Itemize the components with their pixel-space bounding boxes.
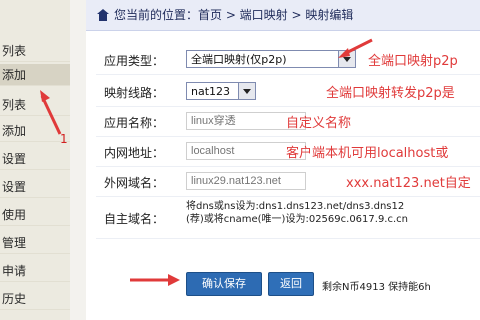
row-mapping-line: 映射线路： nat123 全端口映射转发p2p是 [96, 76, 480, 107]
app-type-value: 全端口映射(仅p2p) [191, 53, 287, 66]
sidebar-item-add-1[interactable]: 添加 [0, 64, 70, 86]
sidebar-item-settings-2[interactable]: 设置 [0, 176, 70, 198]
app-type-label: 应用类型： [104, 54, 165, 68]
custom-domain-instructions: 将dns或ns设为:dns1.dns123.net/dns3.dns12 (荐)… [186, 200, 408, 226]
app-name-label: 应用名称： [104, 116, 165, 130]
sidebar: 列表 添加 列表 添加 设置 设置 使用 管理 申请 历史 [0, 0, 70, 320]
save-button[interactable]: 确认保存 [186, 272, 262, 296]
annotation-number: 1 [60, 132, 68, 146]
mapping-line-select[interactable]: nat123 [186, 82, 256, 100]
local-address-label: 内网地址： [104, 146, 165, 160]
row-app-name: 应用名称： 自定义名称 [96, 106, 480, 137]
sidebar-item-list-1[interactable]: 列表 [0, 40, 70, 62]
custom-domain-line-1: 将dns或ns设为:dns1.dns123.net/dns3.dns12 [186, 201, 405, 212]
external-domain-label: 外网域名： [104, 176, 165, 190]
app-type-note: 全端口映射p2p [368, 54, 458, 69]
back-button[interactable]: 返回 [268, 272, 314, 296]
row-custom-domain: 自主域名： 将dns或ns设为:dns1.dns123.net/dns3.dns… [96, 196, 480, 239]
mapping-line-label: 映射线路： [104, 86, 165, 100]
sidebar-item-manage[interactable]: 管理 [0, 232, 70, 254]
row-local-address: 内网地址： 客户端本机可用localhost或 [96, 136, 480, 167]
sidebar-item-usage[interactable]: 使用 [0, 204, 70, 226]
chevron-down-icon[interactable] [238, 83, 255, 99]
annotation-arrow-icon [130, 274, 180, 286]
main-panel: 您当前的位置：首页 > 端口映射 > 映射编辑 应用类型： 全端口映射(仅p2p… [86, 0, 480, 320]
breadcrumb-text: 您当前的位置：首页 > 端口映射 > 映射编辑 [114, 8, 354, 22]
panel-divider [70, 0, 86, 320]
local-address-note: 客户端本机可用localhost或 [286, 146, 449, 161]
sidebar-item-apply[interactable]: 申请 [0, 260, 70, 282]
mapping-line-note: 全端口映射转发p2p是 [326, 86, 455, 101]
mapping-line-value: nat123 [191, 85, 231, 98]
app-type-select[interactable]: 全端口映射(仅p2p) [186, 50, 356, 68]
row-app-type: 应用类型： 全端口映射(仅p2p) 全端口映射p2p [96, 38, 480, 75]
sidebar-item-settings-1[interactable]: 设置 [0, 148, 70, 170]
app-name-note: 自定义名称 [286, 116, 352, 131]
custom-domain-line-2: (荐)或将cname(唯一)设为:02569c.0617.9.c.cn [186, 214, 409, 225]
home-icon [97, 9, 109, 21]
sidebar-item-history[interactable]: 历史 [0, 288, 70, 310]
breadcrumb: 您当前的位置：首页 > 端口映射 > 映射编辑 [86, 0, 480, 31]
row-external-domain: 外网域名： xxx.nat123.net自定 [96, 166, 480, 197]
external-domain-input[interactable] [186, 172, 306, 190]
custom-domain-label: 自主域名： [104, 212, 165, 226]
external-domain-note: xxx.nat123.net自定 [346, 176, 471, 191]
annotation-arrow-icon [338, 38, 373, 58]
remaining-balance: 剩余N币4913 保持能6h [322, 282, 431, 293]
